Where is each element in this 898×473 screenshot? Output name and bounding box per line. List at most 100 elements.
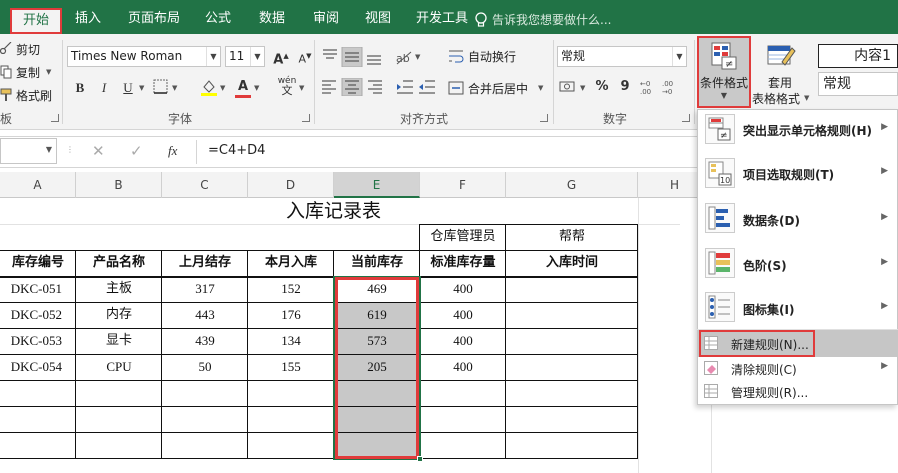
table-cell-stock-id[interactable]: DKC-052 bbox=[0, 302, 76, 328]
bold-button[interactable]: B bbox=[69, 77, 91, 99]
borders-dropdown-arrow[interactable]: ▼ bbox=[172, 84, 177, 92]
header-current-stock[interactable]: 当前库存 bbox=[334, 250, 420, 276]
currency-icon[interactable] bbox=[559, 79, 577, 95]
table-cell-product[interactable]: 显卡 bbox=[76, 328, 162, 354]
cancel-formula-icon[interactable]: ✕ bbox=[92, 142, 105, 160]
column-header-e[interactable]: E bbox=[334, 172, 420, 198]
menu-item-data-bars[interactable]: 数据条(D) ▶ bbox=[697, 212, 898, 228]
table-cell-last-month[interactable]: 439 bbox=[162, 328, 248, 354]
cut-button[interactable]: 剪切 bbox=[16, 41, 40, 58]
phonetic-button[interactable]: wén 文 bbox=[276, 76, 298, 98]
column-header-f[interactable]: F bbox=[420, 172, 506, 198]
menu-item-highlight-rules[interactable]: 突出显示单元格规则(H) ▶ bbox=[697, 122, 898, 138]
insert-function-icon[interactable]: fx bbox=[168, 143, 177, 159]
wrap-text-button[interactable]: 自动换行 bbox=[468, 48, 516, 65]
increase-font-button[interactable]: A▲ bbox=[270, 45, 292, 67]
alignment-launcher[interactable] bbox=[540, 114, 548, 122]
table-format-dropdown-arrow[interactable]: ▼ bbox=[804, 94, 809, 102]
cell-style-normal[interactable]: 常规 bbox=[818, 72, 898, 96]
orientation-dropdown-arrow[interactable]: ▼ bbox=[415, 53, 420, 61]
menu-item-manage-rules[interactable]: 管理规则(R)... bbox=[697, 384, 898, 400]
header-this-month-in[interactable]: 本月入库 bbox=[248, 250, 334, 276]
menu-item-clear-rules[interactable]: 清除规则(C) ▶ bbox=[697, 361, 898, 377]
table-cell-this-month[interactable]: 176 bbox=[248, 302, 334, 328]
table-cell-standard[interactable]: 400 bbox=[420, 302, 506, 328]
table-cell-stock-id[interactable]: DKC-054 bbox=[0, 354, 76, 380]
italic-button[interactable]: I bbox=[93, 77, 115, 99]
table-cell-standard[interactable]: 400 bbox=[420, 276, 506, 302]
underline-button[interactable]: U bbox=[117, 77, 139, 99]
confirm-formula-icon[interactable]: ✓ bbox=[130, 142, 143, 160]
table-cell-stock-id[interactable]: DKC-053 bbox=[0, 328, 76, 354]
copy-dropdown-arrow[interactable]: ▼ bbox=[46, 68, 51, 76]
cell-g2[interactable]: 帮帮 bbox=[506, 224, 638, 250]
decimal-icons[interactable]: ←0.00 .00→0 bbox=[640, 78, 684, 96]
formula-input[interactable]: =C4+D4 bbox=[208, 143, 265, 158]
tell-me-search[interactable]: 告诉我您想要做什么... bbox=[492, 11, 611, 28]
borders-icon[interactable] bbox=[153, 79, 169, 95]
cell-style-content1[interactable]: 内容1 bbox=[818, 44, 898, 68]
column-header-c[interactable]: C bbox=[162, 172, 248, 198]
indent-icons[interactable] bbox=[395, 78, 439, 96]
tab-data[interactable]: 数据 bbox=[254, 8, 290, 32]
underline-dropdown-arrow[interactable]: ▼ bbox=[139, 84, 144, 92]
header-standard-stock[interactable]: 标准库存量 bbox=[420, 250, 506, 276]
table-cell-product[interactable]: CPU bbox=[76, 354, 162, 380]
phonetic-dropdown-arrow[interactable]: ▼ bbox=[299, 84, 304, 92]
tab-home[interactable]: 开始 bbox=[10, 8, 62, 34]
font-color-dropdown-arrow[interactable]: ▼ bbox=[254, 84, 259, 92]
clipboard-launcher[interactable] bbox=[51, 114, 59, 122]
tab-view[interactable]: 视图 bbox=[360, 8, 396, 32]
column-header-g[interactable]: G bbox=[506, 172, 638, 198]
horizontal-align-icons[interactable] bbox=[320, 78, 386, 96]
tab-page-layout[interactable]: 页面布局 bbox=[124, 8, 184, 32]
table-cell-product[interactable]: 主板 bbox=[76, 276, 162, 302]
header-last-month[interactable]: 上月结存 bbox=[162, 250, 248, 276]
cell-f2[interactable]: 仓库管理员 bbox=[420, 224, 506, 250]
copy-button[interactable]: 复制 bbox=[16, 64, 40, 81]
column-header-b[interactable]: B bbox=[76, 172, 162, 198]
fill-handle[interactable] bbox=[417, 456, 423, 462]
menu-item-color-scales[interactable]: 色阶(S) ▶ bbox=[697, 257, 898, 273]
header-product-name[interactable]: 产品名称 bbox=[76, 250, 162, 276]
header-stock-id[interactable]: 库存编号 bbox=[0, 250, 76, 276]
decrease-font-button[interactable]: A▼ bbox=[294, 45, 316, 67]
table-format-button[interactable]: 套用 bbox=[768, 74, 792, 91]
table-cell-standard[interactable]: 400 bbox=[420, 354, 506, 380]
font-launcher[interactable] bbox=[302, 114, 310, 122]
menu-item-icon-sets[interactable]: 图标集(I) ▶ bbox=[697, 301, 898, 317]
header-in-time[interactable]: 入库时间 bbox=[506, 250, 638, 276]
tab-developer[interactable]: 开发工具 bbox=[412, 8, 472, 32]
tab-insert[interactable]: 插入 bbox=[70, 8, 106, 32]
menu-item-new-rule[interactable]: 新建规则(N)... bbox=[697, 336, 898, 352]
column-header-d[interactable]: D bbox=[248, 172, 334, 198]
table-cell-last-month[interactable]: 317 bbox=[162, 276, 248, 302]
table-cell-product[interactable]: 内存 bbox=[76, 302, 162, 328]
name-box[interactable]: ▼ bbox=[0, 138, 57, 164]
table-cell-last-month[interactable]: 443 bbox=[162, 302, 248, 328]
fill-color-icon[interactable] bbox=[200, 78, 218, 96]
table-cell-this-month[interactable]: 155 bbox=[248, 354, 334, 380]
font-size-select[interactable]: 11 ▼ bbox=[225, 46, 265, 67]
comma-button[interactable]: 9 bbox=[614, 76, 636, 98]
sheet-title[interactable]: 入库记录表 bbox=[162, 198, 505, 224]
number-format-select[interactable]: 常规 ▼ bbox=[557, 46, 687, 67]
font-name-select[interactable]: Times New Roman ▼ bbox=[67, 46, 221, 67]
currency-dropdown-arrow[interactable]: ▼ bbox=[580, 84, 585, 92]
tab-formulas[interactable]: 公式 bbox=[200, 8, 236, 32]
number-launcher[interactable] bbox=[682, 114, 690, 122]
table-cell-last-month[interactable]: 50 bbox=[162, 354, 248, 380]
vertical-align-icons[interactable] bbox=[320, 47, 386, 67]
percent-button[interactable]: % bbox=[591, 76, 613, 98]
format-painter-button[interactable]: 格式刷 bbox=[16, 87, 52, 104]
table-cell-this-month[interactable]: 134 bbox=[248, 328, 334, 354]
table-cell-standard[interactable]: 400 bbox=[420, 328, 506, 354]
table-cell-this-month[interactable]: 152 bbox=[248, 276, 334, 302]
tab-review[interactable]: 审阅 bbox=[308, 8, 344, 32]
conditional-format-button[interactable]: ≠ 条件格式 ▼ bbox=[697, 36, 751, 108]
merge-dropdown-arrow[interactable]: ▼ bbox=[538, 84, 543, 92]
orientation-icon[interactable]: ab bbox=[395, 48, 417, 66]
formula-bar-handle[interactable]: ⋮ bbox=[66, 145, 74, 154]
fill-color-dropdown-arrow[interactable]: ▼ bbox=[220, 84, 225, 92]
column-header-a[interactable]: A bbox=[0, 172, 76, 198]
